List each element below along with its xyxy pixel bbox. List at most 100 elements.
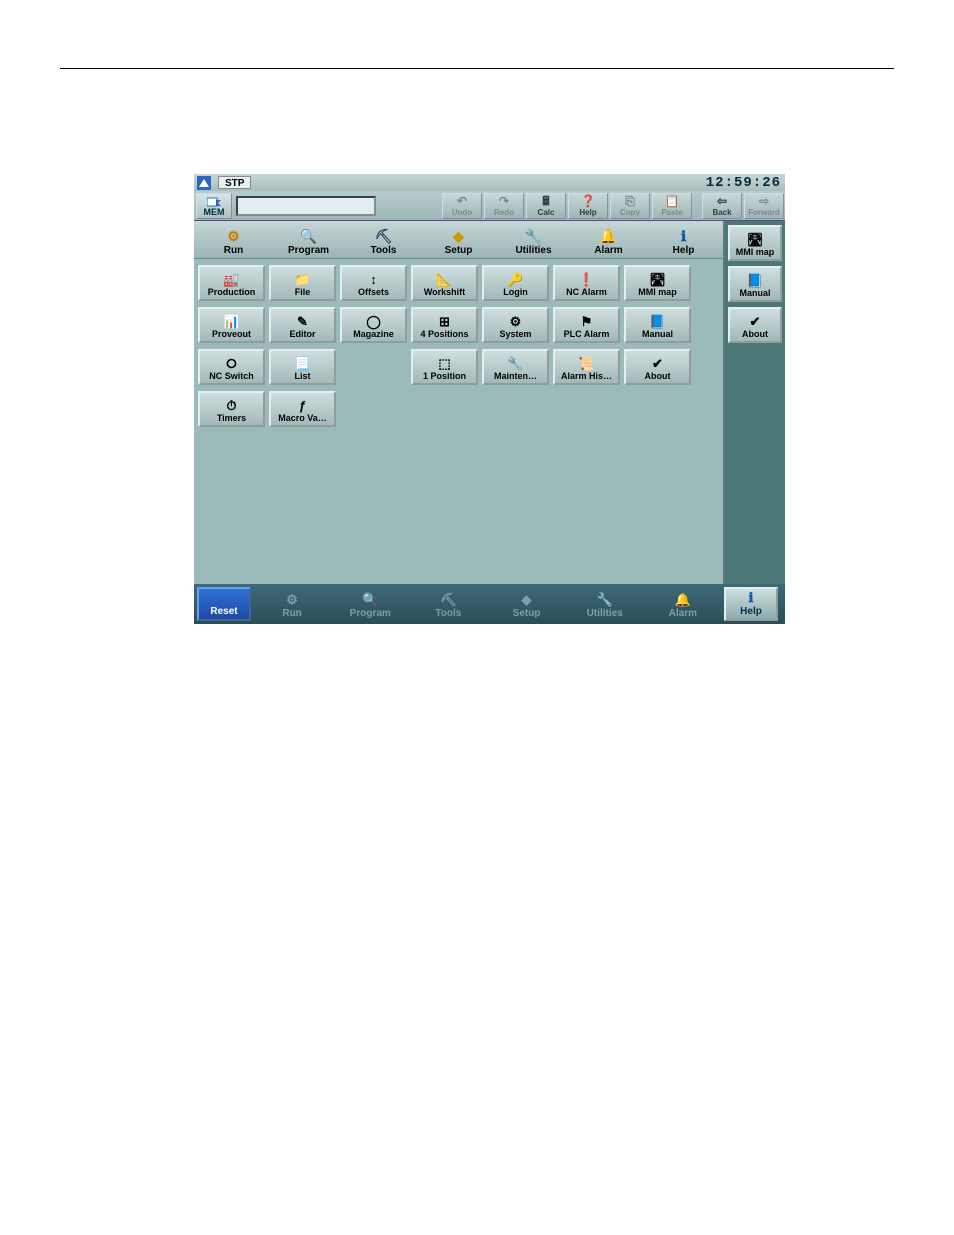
grid-magazine-button[interactable]: ◯Magazine — [340, 307, 407, 343]
bottom-run-button[interactable]: ⚙Run — [257, 587, 327, 621]
grid-proveout-button[interactable]: 📊Proveout — [198, 307, 265, 343]
side-mmi-map-button[interactable]: 🛣MMI map — [728, 225, 782, 261]
plc-alarm-icon: ⚑ — [581, 315, 593, 328]
manual-icon: 📘 — [747, 274, 763, 287]
undo-icon: ↶ — [457, 195, 467, 207]
bottom-program-button[interactable]: 🔍 Program — [335, 587, 405, 621]
bottom-help-button[interactable]: ℹ Help — [724, 587, 778, 621]
system-icon: ⚙ — [510, 315, 522, 328]
grid-label: System — [499, 329, 531, 339]
status-badge: STP — [218, 176, 251, 189]
bottom-alarm-button[interactable]: 🔔 Alarm — [648, 587, 718, 621]
grid-label: MMI map — [638, 287, 677, 297]
run-icon: ⚙ — [227, 229, 240, 243]
grid-file-button[interactable]: 📁File — [269, 265, 336, 301]
program-icon: 🔍 — [300, 229, 317, 243]
grid-about-button[interactable]: ✔About — [624, 349, 691, 385]
grid-label: Mainten… — [494, 371, 537, 381]
tab-program[interactable]: 🔍 Program — [272, 222, 345, 256]
grid-editor-button[interactable]: ✎Editor — [269, 307, 336, 343]
grid-label: Manual — [642, 329, 673, 339]
grid-label: Proveout — [212, 329, 251, 339]
tools-icon: ⛏ — [440, 593, 457, 606]
grid-label: NC Alarm — [566, 287, 607, 297]
grid-label: Editor — [290, 329, 316, 339]
bottom-help-label: Help — [740, 606, 762, 617]
titlebar: STP 12:59:26 — [194, 174, 785, 191]
toolbar-label: Back — [712, 208, 731, 217]
command-input[interactable] — [236, 196, 376, 216]
grid-mmi-map-button[interactable]: 🛣MMI map — [624, 265, 691, 301]
grid-label: Offsets — [358, 287, 389, 297]
hmi-window: STP 12:59:26 MEM ↶Undo↷Redo🖩Calc❓Help⎘Co… — [194, 174, 785, 624]
tab-utilities[interactable]: 🔧Utilities — [497, 222, 570, 256]
grid-1-position-button[interactable]: ⬚1 Position — [411, 349, 478, 385]
bottom-label: Alarm — [669, 608, 697, 619]
program-icon: 🔍 — [362, 593, 378, 606]
side-label: Manual — [739, 288, 770, 298]
button-grid: 🏭Production📁File↕Offsets📐Workshift🔑Login… — [194, 259, 723, 584]
grid-offsets-button[interactable]: ↕Offsets — [340, 265, 407, 301]
tab-label: Tools — [371, 245, 397, 256]
bottom-setup-button[interactable]: ◆Setup — [492, 587, 562, 621]
toolbar-back-button[interactable]: ⇦Back — [702, 193, 742, 219]
grid-label: 1 Position — [423, 371, 466, 381]
reset-button[interactable]: Reset — [197, 587, 251, 621]
grid-production-button[interactable]: 🏭Production — [198, 265, 265, 301]
bottom-utilities-button[interactable]: 🔧Utilities — [570, 587, 640, 621]
grid-macro-va--button[interactable]: ƒMacro Va… — [269, 391, 336, 427]
grid-nc-alarm-button[interactable]: ❗NC Alarm — [553, 265, 620, 301]
grid-workshift-button[interactable]: 📐Workshift — [411, 265, 478, 301]
grid-login-button[interactable]: 🔑Login — [482, 265, 549, 301]
body: ⚙ Run 🔍 Program ⛏Tools◆Setup🔧Utilities🔔Alarm… — [194, 221, 785, 584]
tab-help[interactable]: ℹHelp — [647, 222, 720, 256]
bottom-bar: Reset ⚙Run 🔍 Program ⛏ Tools ◆Setup🔧Utilities… — [194, 584, 785, 624]
grid-label: List — [294, 371, 310, 381]
grid-timers-button[interactable]: ⏱Timers — [198, 391, 265, 427]
grid-4-positions-button[interactable]: ⊞4 Positions — [411, 307, 478, 343]
bottom-label: Program — [350, 608, 391, 619]
grid-manual-button[interactable]: 📘Manual — [624, 307, 691, 343]
back-icon: ⇦ — [717, 195, 727, 207]
mainten--icon: 🔧 — [507, 357, 523, 370]
editor-icon: ✎ — [297, 315, 308, 328]
alarm-icon: 🔔 — [675, 593, 691, 606]
grid-alarm-his--button[interactable]: 📜Alarm His… — [553, 349, 620, 385]
copy-icon: ⎘ — [625, 195, 635, 207]
tab-alarm[interactable]: 🔔Alarm — [572, 222, 645, 256]
1-position-icon: ⬚ — [438, 357, 450, 370]
tab-setup[interactable]: ◆Setup — [422, 222, 495, 256]
nc-alarm-icon: ❗ — [578, 273, 594, 286]
toolbar-copy-button: ⎘Copy — [610, 193, 650, 219]
toolbar-label: Redo — [494, 208, 514, 217]
timers-icon: ⏱ — [226, 399, 236, 412]
mem-button[interactable]: MEM — [196, 193, 232, 219]
toolbar-help-button[interactable]: ❓Help — [568, 193, 608, 219]
grid-mainten--button[interactable]: 🔧Mainten… — [482, 349, 549, 385]
login-icon: 🔑 — [507, 273, 523, 286]
reset-label: Reset — [210, 606, 237, 617]
alarm-icon: 🔔 — [600, 229, 617, 243]
side-manual-button[interactable]: 📘Manual — [728, 266, 782, 302]
grid-list-button[interactable]: 📃List — [269, 349, 336, 385]
tab-tools[interactable]: ⛏Tools — [347, 222, 420, 256]
grid-system-button[interactable]: ⚙System — [482, 307, 549, 343]
tab-label: Help — [673, 245, 695, 256]
bottom-label: Tools — [435, 608, 461, 619]
tab-label: Program — [288, 245, 329, 256]
grid-label: Workshift — [424, 287, 465, 297]
toolbar-calc-button[interactable]: 🖩Calc — [526, 193, 566, 219]
toolbar-label: Forward — [748, 208, 780, 217]
tab-label: Run — [224, 245, 243, 256]
list-icon: 📃 — [294, 357, 310, 370]
tab-run[interactable]: ⚙ Run — [197, 222, 270, 256]
production-icon: 🏭 — [223, 273, 239, 286]
side-about-button[interactable]: ✔About — [728, 307, 782, 343]
bottom-tools-button[interactable]: ⛏ Tools — [413, 587, 483, 621]
run-icon: ⚙ — [286, 593, 298, 606]
grid-nc-switch-button[interactable]: ⭘NC Switch — [198, 349, 265, 385]
grid-label: Production — [208, 287, 256, 297]
grid-plc-alarm-button[interactable]: ⚑PLC Alarm — [553, 307, 620, 343]
grid-label: Macro Va… — [278, 413, 327, 423]
toolbar-undo-button: ↶Undo — [442, 193, 482, 219]
